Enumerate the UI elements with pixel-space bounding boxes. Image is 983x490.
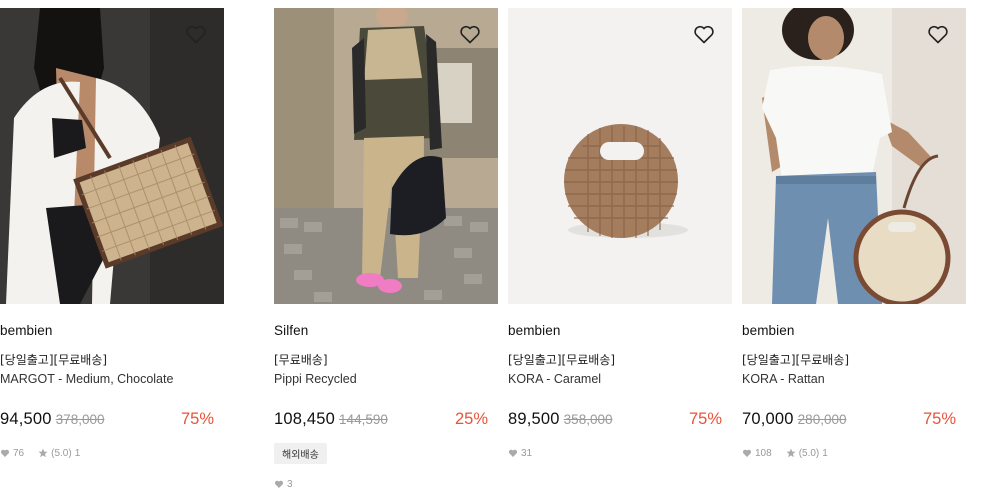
- product-card[interactable]: bembien [당일출고][무료배송] MARGOT - Medium, Ch…: [0, 8, 224, 459]
- heart-icon: [508, 448, 518, 458]
- product-image[interactable]: [274, 8, 498, 304]
- discount-rate: 75%: [180, 410, 214, 428]
- discount-rate: 75%: [922, 410, 956, 428]
- product-meta: 31: [508, 447, 732, 459]
- like-count: 3: [287, 478, 293, 490]
- wishlist-heart-icon[interactable]: [692, 22, 716, 46]
- like-count: 31: [521, 447, 533, 459]
- price-row: 94,500 378,000 75%: [0, 408, 224, 430]
- product-tag: [무료배송]: [274, 353, 328, 367]
- product-name[interactable]: MARGOT - Medium, Chocolate: [0, 371, 224, 387]
- discount-rate: 75%: [688, 410, 722, 428]
- wishlist-heart-icon[interactable]: [184, 22, 208, 46]
- wishlist-heart-icon[interactable]: [458, 22, 482, 46]
- product-card[interactable]: bembien [당일출고][무료배송] KORA - Caramel 89,5…: [508, 8, 732, 459]
- product-meta: 76 (5.0) 1: [0, 447, 224, 459]
- product-brand[interactable]: bembien: [508, 322, 732, 340]
- review-count: 1: [74, 447, 81, 459]
- original-price: 378,000: [55, 412, 105, 427]
- product-brand[interactable]: bembien: [0, 322, 224, 340]
- sale-price: 89,500: [508, 410, 560, 428]
- product-tag: [당일출고][무료배송]: [0, 353, 108, 367]
- product-card[interactable]: Silfen [무료배송] Pippi Recycled 108,450 144,…: [274, 8, 498, 490]
- product-tag: [당일출고][무료배송]: [508, 353, 616, 367]
- star-icon: [786, 448, 796, 458]
- sale-price: 108,450: [274, 410, 336, 428]
- original-price: 358,000: [563, 412, 613, 427]
- heart-icon: [274, 479, 284, 489]
- like-count: 76: [13, 447, 25, 459]
- price-row: 70,000 280,000 75%: [742, 408, 966, 430]
- heart-icon: [0, 448, 10, 458]
- original-price: 280,000: [797, 412, 847, 427]
- sale-price: 94,500: [0, 410, 52, 428]
- price-row: 108,450 144,590 25%: [274, 408, 498, 430]
- discount-rate: 25%: [454, 410, 488, 428]
- product-meta: 3: [274, 478, 498, 490]
- rating-score: (5.0): [51, 447, 72, 459]
- sale-price: 70,000: [742, 410, 794, 428]
- wishlist-heart-icon[interactable]: [926, 22, 950, 46]
- product-meta: 108 (5.0) 1: [742, 447, 966, 459]
- product-image[interactable]: [508, 8, 732, 304]
- original-price: 144,590: [339, 412, 388, 427]
- price-row: 89,500 358,000 75%: [508, 408, 732, 430]
- product-card[interactable]: bembien [당일출고][무료배송] KORA - Rattan 70,00…: [742, 8, 966, 459]
- product-image[interactable]: [742, 8, 966, 304]
- review-count: 1: [822, 447, 828, 459]
- product-name[interactable]: KORA - Rattan: [742, 371, 966, 387]
- product-photo-woman-beige-vest: [274, 8, 498, 304]
- product-photo-woman-rattan-bag: [742, 8, 966, 304]
- product-brand[interactable]: Silfen: [274, 322, 498, 340]
- overseas-shipping-badge: 해외배송: [274, 443, 327, 464]
- product-brand[interactable]: bembien: [742, 322, 966, 340]
- product-name[interactable]: Pippi Recycled: [274, 371, 498, 387]
- rating-score: (5.0): [798, 447, 820, 459]
- heart-icon: [742, 448, 752, 458]
- like-count: 108: [755, 447, 772, 459]
- product-photo-woven-bag: [508, 8, 732, 304]
- product-name[interactable]: KORA - Caramel: [508, 371, 732, 387]
- product-tag: [당일출고][무료배송]: [742, 353, 850, 367]
- star-icon: [38, 448, 48, 458]
- product-image[interactable]: [0, 8, 224, 304]
- product-photo-woman-rattan-tote: [0, 8, 224, 304]
